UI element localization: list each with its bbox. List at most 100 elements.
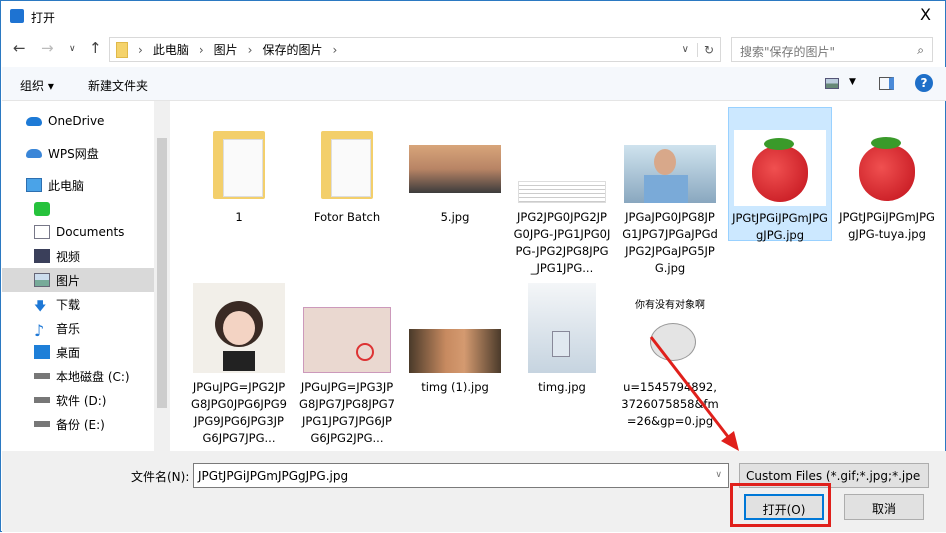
- wps-cloud-icon: [26, 148, 42, 158]
- file-name: timg.jpg: [538, 380, 586, 394]
- sidebar-item[interactable]: 备份 (E:): [2, 412, 154, 436]
- sidebar-item[interactable]: 视频: [2, 244, 154, 268]
- app-logo-icon: [10, 9, 24, 23]
- image-thumbnail: 你有没有对象啊: [624, 283, 716, 373]
- file-name: u=1545794892,3726075858&fm=26&gp=0.jpg: [621, 380, 719, 428]
- file-item[interactable]: 5.jpg: [403, 107, 507, 226]
- sidebar-item-label: 备份 (E:): [56, 417, 105, 432]
- preview-pane-icon[interactable]: [879, 77, 894, 90]
- file-name: 1: [235, 210, 243, 224]
- file-name: JPGtJPGiJPGmJPGgJPG-tuya.jpg: [839, 210, 935, 241]
- sidebar-item-label: WPS网盘: [48, 146, 99, 161]
- image-thumbnail: [624, 113, 716, 203]
- drive-icon: [34, 397, 50, 403]
- crumb-saved-pictures[interactable]: 保存的图片: [262, 41, 322, 58]
- sidebar-scrollbar[interactable]: [154, 101, 170, 451]
- folder-icon: [301, 113, 393, 203]
- filename-label: 文件名(N):: [131, 470, 190, 484]
- sidebar-item[interactable]: [2, 197, 154, 221]
- sidebar-item-label: 桌面: [56, 345, 81, 360]
- file-item[interactable]: timg.jpg: [510, 277, 614, 396]
- file-name: JPGuJPG=JPG3JPG8JPG7JPG8JPG7JPG1JPG7JPG6…: [299, 380, 395, 445]
- drive-icon: [34, 421, 50, 427]
- cancel-button[interactable]: 取消: [844, 494, 924, 520]
- address-bar[interactable]: › 此电脑 › 图片 › 保存的图片 › ∨ ↻: [109, 37, 721, 62]
- cloud-icon: [26, 116, 42, 126]
- file-name: timg (1).jpg: [421, 380, 489, 394]
- image-thumbnail: [193, 283, 285, 373]
- sidebar-item[interactable]: 桌面: [2, 340, 154, 364]
- file-item[interactable]: JPGuJPG=JPG2JPG8JPG0JPG6JPG9JPG9JPG6JPG3…: [187, 277, 291, 447]
- file-grid: 1 Fotor Batch 5.jpg JPG2JPG0JPG2JPG0JPG-JPG…: [171, 101, 946, 451]
- desktop-icon: [34, 345, 50, 359]
- file-name: JPGtJPGiJPGmJPGgJPG.jpg: [732, 211, 828, 242]
- toolbar: 组织 ▾ 新建文件夹 ▼ ?: [2, 67, 946, 101]
- file-name: JPGuJPG=JPG2JPG8JPG0JPG6JPG9JPG9JPG6JPG3…: [191, 380, 287, 445]
- file-item[interactable]: JPGtJPGiJPGmJPGgJPG-tuya.jpg: [835, 107, 939, 243]
- sidebar-item-label: 此电脑: [48, 178, 85, 193]
- new-folder-button[interactable]: 新建文件夹: [88, 77, 148, 94]
- image-thumbnail: [516, 283, 608, 373]
- drive-icon: [34, 373, 50, 379]
- forward-icon[interactable]: →: [41, 39, 54, 57]
- file-item[interactable]: timg (1).jpg: [403, 277, 507, 396]
- sidebar-item-label: 软件 (D:): [56, 393, 107, 408]
- crumb-this-pc[interactable]: 此电脑: [153, 41, 189, 58]
- recent-dropdown-icon[interactable]: ∨: [69, 44, 76, 54]
- app-icon: [34, 202, 50, 216]
- back-icon[interactable]: ←: [13, 39, 26, 57]
- sidebar-item[interactable]: 本地磁盘 (C:): [2, 364, 154, 388]
- filename-dropdown-icon[interactable]: ∨: [715, 470, 722, 480]
- sidebar-item[interactable]: ♪ 音乐: [2, 316, 154, 340]
- sidebar-item[interactable]: WPS网盘: [2, 141, 154, 165]
- close-button[interactable]: X: [920, 5, 931, 24]
- image-thumbnail: [409, 283, 501, 373]
- annotation-highlight-box: [730, 483, 831, 527]
- pictures-icon: [34, 273, 50, 287]
- help-icon[interactable]: ?: [915, 74, 933, 92]
- address-dropdown-icon[interactable]: ∨: [682, 44, 689, 55]
- file-item[interactable]: JPGaJPG0JPG8JPG1JPG7JPGaJPGdJPG2JPGaJPG5…: [618, 107, 722, 277]
- navigation-pane: OneDrive WPS网盘此电脑 Documents 视频图片 🡇 下载 ♪ 音乐桌面本地磁…: [2, 101, 154, 451]
- file-name: JPGaJPG0JPG8JPG1JPG7JPGaJPGdJPG2JPGaJPG5…: [622, 210, 718, 275]
- scroll-thumb[interactable]: [157, 138, 167, 408]
- sidebar-item[interactable]: Documents: [2, 220, 154, 244]
- refresh-icon[interactable]: ↻: [696, 42, 720, 57]
- open-file-dialog: 打开 X ← → ∨ ↑ › 此电脑 › 图片 › 保存的图片 › ∨ ↻ 搜索"保存…: [0, 0, 946, 532]
- file-item[interactable]: 你有没有对象啊 u=1545794892,3726075858&fm=26&gp=…: [618, 277, 722, 430]
- image-thumbnail: [301, 283, 393, 373]
- sidebar-item[interactable]: 此电脑: [2, 173, 154, 197]
- file-name: JPG2JPG0JPG2JPG0JPG-JPG1JPG0JPG-JPG2JPG8…: [513, 210, 611, 275]
- view-options-icon[interactable]: [825, 78, 839, 89]
- computer-icon: [26, 178, 42, 192]
- search-input[interactable]: 搜索"保存的图片" ⌕: [731, 37, 933, 62]
- view-dropdown-icon[interactable]: ▼: [849, 77, 856, 87]
- file-item[interactable]: JPG2JPG0JPG2JPG0JPG-JPG1JPG0JPG-JPG2JPG8…: [510, 107, 614, 277]
- filename-input[interactable]: JPGtJPGiJPGmJPGgJPG.jpg ∨: [193, 463, 729, 488]
- sidebar-item[interactable]: 软件 (D:): [2, 388, 154, 412]
- file-item[interactable]: JPGuJPG=JPG3JPG8JPG7JPG8JPG7JPG1JPG7JPG6…: [295, 277, 399, 447]
- sidebar-item-label: 下载: [56, 297, 81, 312]
- download-icon: 🡇: [34, 299, 47, 313]
- crumb-pictures[interactable]: 图片: [214, 41, 238, 58]
- file-name: 5.jpg: [440, 210, 470, 224]
- file-item[interactable]: 1: [187, 107, 291, 226]
- up-icon[interactable]: ↑: [89, 39, 102, 57]
- sidebar-item-label: 图片: [56, 273, 81, 288]
- sidebar-item[interactable]: 🡇 下载: [2, 292, 154, 316]
- sidebar-item[interactable]: 图片: [2, 268, 154, 292]
- video-icon: [34, 249, 50, 263]
- folder-icon: [116, 41, 128, 58]
- file-name: Fotor Batch: [313, 210, 381, 224]
- document-icon: [34, 225, 50, 239]
- image-thumbnail: [409, 113, 501, 203]
- image-thumbnail: [841, 113, 933, 205]
- organize-menu[interactable]: 组织 ▾: [20, 77, 54, 94]
- window-title: 打开: [31, 11, 56, 25]
- sidebar-item[interactable]: OneDrive: [2, 109, 154, 133]
- sidebar-item-label: Documents: [56, 225, 125, 239]
- file-item[interactable]: Fotor Batch: [295, 107, 399, 226]
- file-item[interactable]: JPGtJPGiJPGmJPGgJPG.jpg: [728, 107, 832, 242]
- sidebar-item-label: OneDrive: [48, 114, 105, 128]
- image-thumbnail: [734, 114, 826, 206]
